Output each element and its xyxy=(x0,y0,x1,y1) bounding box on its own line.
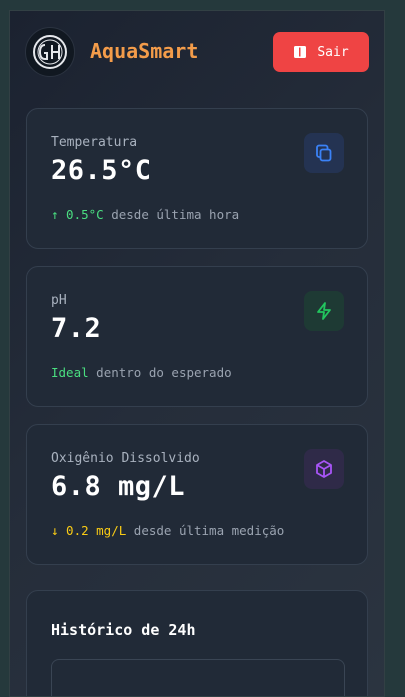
logo-icon xyxy=(33,35,67,69)
temperature-icon-box xyxy=(304,133,344,173)
metric-label: Temperatura xyxy=(51,135,138,150)
trend-text: desde última hora xyxy=(111,207,240,222)
trend-text: dentro do esperado xyxy=(96,365,232,380)
logout-icon xyxy=(294,46,307,58)
metric-value: 26.5°C xyxy=(51,155,152,186)
oxygen-card: Oxigênio Dissolvido 6.8 mg/L ↓ 0.2 mg/L … xyxy=(26,424,368,565)
history-chart-area xyxy=(51,659,345,696)
metric-trend: ↑ 0.5°C desde última hora xyxy=(51,207,239,222)
logout-button[interactable]: Sair xyxy=(273,32,369,72)
copy-icon xyxy=(316,144,332,162)
logout-label: Sair xyxy=(317,44,349,60)
trend-highlight: ↓ 0.2 mg/L xyxy=(51,523,127,538)
logo[interactable] xyxy=(25,27,75,77)
metric-label: pH xyxy=(51,293,67,308)
history-card: Histórico de 24h xyxy=(26,590,368,696)
history-title: Histórico de 24h xyxy=(51,621,196,639)
app-container: AquaSmart Sair Temperatura 26.5°C ↑ 0.5°… xyxy=(9,10,385,697)
metric-trend: Ideal dentro do esperado xyxy=(51,365,232,380)
brand-title: AquaSmart xyxy=(90,39,199,63)
oxygen-icon-box xyxy=(304,449,344,489)
metric-label: Oxigênio Dissolvido xyxy=(51,451,200,466)
metric-value: 6.8 mg/L xyxy=(51,471,186,502)
lightning-icon xyxy=(317,302,331,320)
cube-icon xyxy=(316,460,332,478)
trend-text: desde última medição xyxy=(133,523,285,538)
ph-icon-box xyxy=(304,291,344,331)
trend-highlight: Ideal xyxy=(51,365,89,380)
metric-trend: ↓ 0.2 mg/L desde última medição xyxy=(51,523,284,538)
temperature-card: Temperatura 26.5°C ↑ 0.5°C desde última … xyxy=(26,108,368,249)
header: AquaSmart Sair xyxy=(10,11,384,93)
ph-card: pH 7.2 Ideal dentro do esperado xyxy=(26,266,368,407)
metric-value: 7.2 xyxy=(51,313,102,344)
trend-highlight: ↑ 0.5°C xyxy=(51,207,104,222)
